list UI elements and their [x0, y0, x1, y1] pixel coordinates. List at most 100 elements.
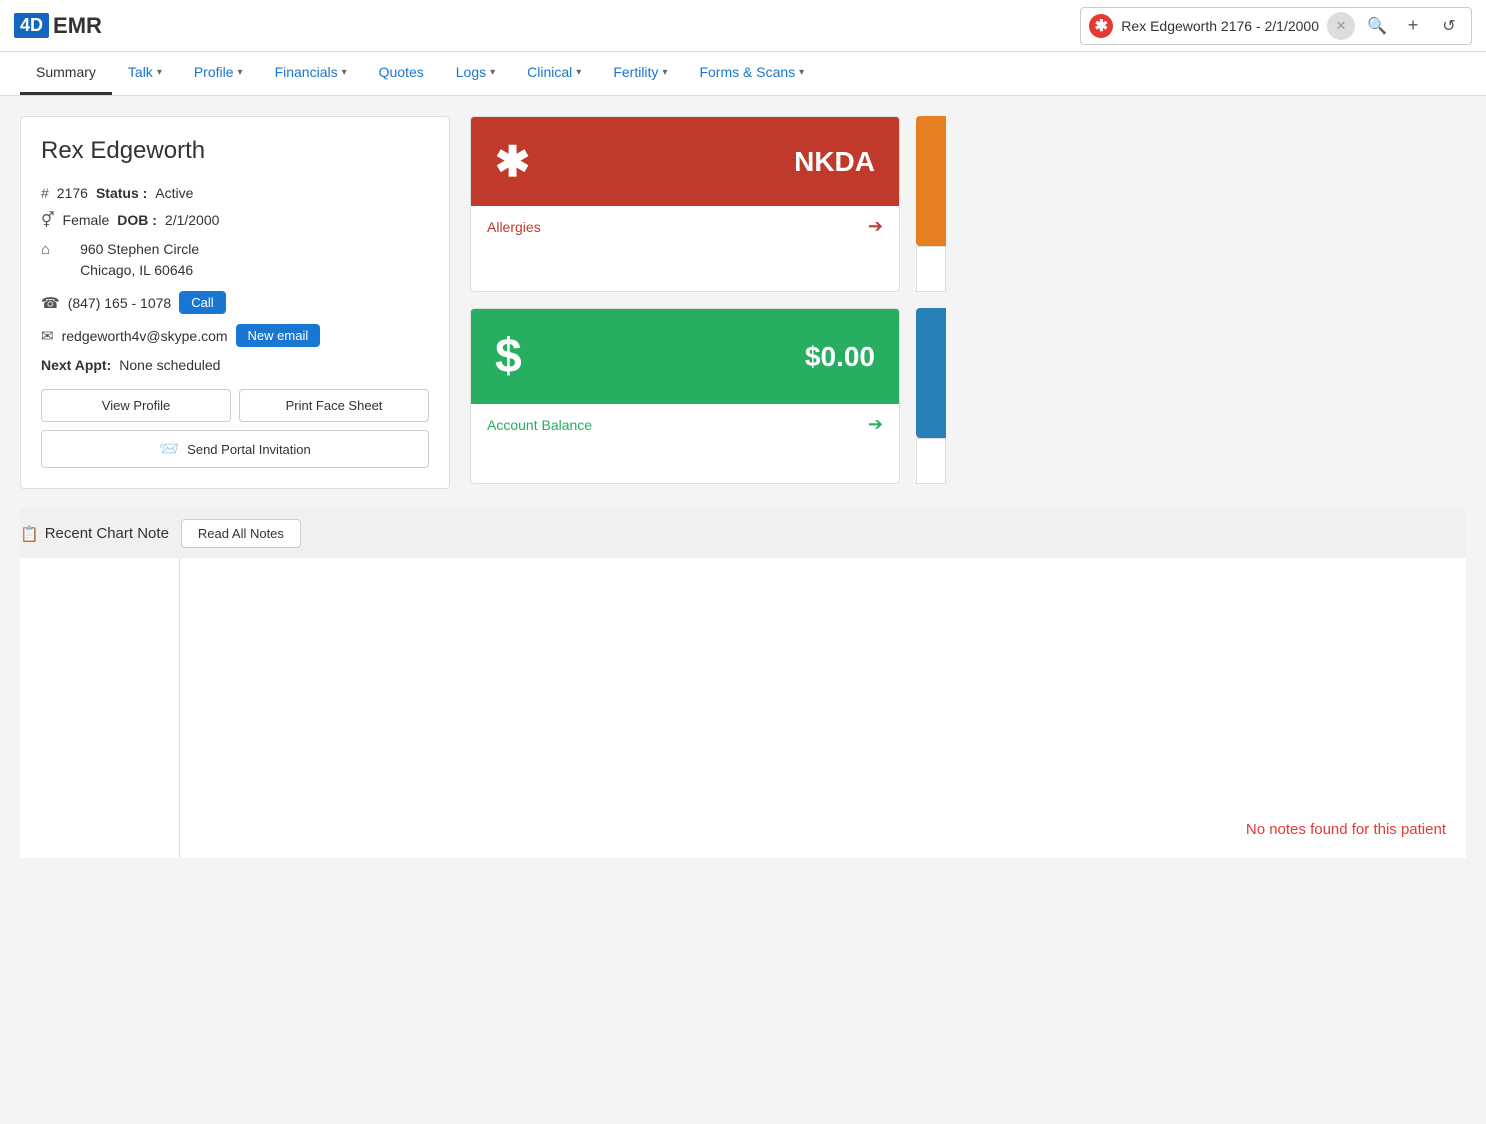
main-content: Rex Edgeworth # 2176 Status : Active ⚥ F…: [0, 96, 1486, 858]
logo-box: 4D: [14, 13, 49, 38]
allergy-nkda-text: NKDA: [794, 146, 875, 178]
tab-fertility-label: Fertility: [613, 64, 658, 80]
tab-summary[interactable]: Summary: [20, 52, 112, 95]
chevron-down-icon: ▾: [799, 67, 804, 78]
chevron-down-icon: ▾: [576, 67, 581, 78]
chart-left-panel: [20, 558, 180, 858]
read-all-notes-button[interactable]: Read All Notes: [181, 519, 301, 548]
partial-card-blue: [916, 308, 946, 484]
profile-print-row: View Profile Print Face Sheet: [41, 389, 429, 422]
chevron-down-icon: ▾: [490, 67, 495, 78]
chart-right-panel: No notes found for this patient: [180, 558, 1466, 858]
next-appt-row: Next Appt: None scheduled: [41, 357, 429, 373]
address-line2: Chicago, IL 60646: [80, 260, 199, 281]
dollar-icon: $: [495, 329, 522, 384]
chart-section: 📋 Recent Chart Note Read All Notes No no…: [20, 509, 1466, 858]
app-header: 4D EMR ✱ Rex Edgeworth 2176 - 2/1/2000 ✕…: [0, 0, 1486, 52]
clear-search-icon[interactable]: ✕: [1327, 12, 1355, 40]
action-buttons: View Profile Print Face Sheet 📨 Send Por…: [41, 389, 429, 468]
tab-clinical-label: Clinical: [527, 64, 572, 80]
chart-title: 📋 Recent Chart Note: [20, 525, 169, 543]
partial-card-orange: [916, 116, 946, 292]
balance-footer[interactable]: Account Balance ➔: [471, 404, 899, 445]
search-value: Rex Edgeworth 2176 - 2/1/2000: [1121, 18, 1319, 34]
allergy-asterisk-icon: ✱: [495, 137, 530, 186]
tab-clinical[interactable]: Clinical ▾: [511, 52, 597, 95]
next-appt-value: None scheduled: [119, 357, 220, 373]
balance-header: $ $0.00: [471, 309, 899, 404]
tab-summary-label: Summary: [36, 64, 96, 80]
tab-logs-label: Logs: [456, 64, 486, 80]
tab-quotes-label: Quotes: [379, 64, 424, 80]
patient-card: Rex Edgeworth # 2176 Status : Active ⚥ F…: [20, 116, 450, 489]
patient-address-row: ⌂ 960 Stephen Circle Chicago, IL 60646: [41, 239, 429, 281]
allergy-arrow-icon: ➔: [868, 216, 883, 237]
home-icon: ⌂: [41, 241, 50, 258]
allergy-header: ✱ NKDA: [471, 117, 899, 206]
tab-profile-label: Profile: [194, 64, 234, 80]
history-icon[interactable]: ↺: [1435, 12, 1463, 40]
tab-talk-label: Talk: [128, 64, 153, 80]
patient-dob: 2/1/2000: [165, 212, 220, 228]
tab-logs[interactable]: Logs ▾: [440, 52, 511, 95]
chevron-down-icon: ▾: [238, 67, 243, 78]
chart-title-label: Recent Chart Note: [45, 525, 169, 542]
dob-label: DOB :: [117, 212, 157, 228]
portal-envelope-icon: 📨: [159, 439, 179, 459]
gender-icon: ⚥: [41, 211, 55, 229]
patient-phone: (847) 165 - 1078: [68, 295, 172, 311]
tab-financials-label: Financials: [275, 64, 338, 80]
allergy-card: ✱ NKDA Allergies ➔: [470, 116, 900, 292]
tab-forms-scans[interactable]: Forms & Scans ▾: [683, 52, 820, 95]
address-line1: 960 Stephen Circle: [80, 239, 199, 260]
balance-amount: $0.00: [805, 341, 875, 373]
chart-body: No notes found for this patient: [20, 558, 1466, 858]
add-icon[interactable]: +: [1399, 12, 1427, 40]
top-panels: Rex Edgeworth # 2176 Status : Active ⚥ F…: [0, 96, 1486, 489]
tab-profile[interactable]: Profile ▾: [178, 52, 259, 95]
print-face-sheet-button[interactable]: Print Face Sheet: [239, 389, 429, 422]
balance-arrow-icon: ➔: [868, 414, 883, 435]
patient-gender-row: ⚥ Female DOB : 2/1/2000: [41, 211, 429, 229]
clipboard-icon: 📋: [20, 525, 39, 543]
view-profile-button[interactable]: View Profile: [41, 389, 231, 422]
chevron-down-icon: ▾: [157, 67, 162, 78]
new-email-button[interactable]: New email: [236, 324, 321, 347]
patient-email: redgeworth4v@skype.com: [62, 328, 228, 344]
status-value: Active: [155, 185, 193, 201]
patient-name: Rex Edgeworth: [41, 137, 429, 165]
tab-talk[interactable]: Talk ▾: [112, 52, 178, 95]
asterisk-icon: ✱: [1089, 14, 1113, 38]
app-logo: 4D EMR: [14, 13, 102, 39]
chevron-down-icon: ▾: [662, 67, 667, 78]
search-bar[interactable]: ✱ Rex Edgeworth 2176 - 2/1/2000 ✕ 🔍 + ↺: [1080, 7, 1472, 45]
tab-financials[interactable]: Financials ▾: [259, 52, 363, 95]
tab-forms-scans-label: Forms & Scans: [699, 64, 795, 80]
patient-gender: Female: [63, 212, 110, 228]
patient-id: 2176: [57, 185, 88, 201]
no-notes-message: No notes found for this patient: [1246, 821, 1446, 838]
balance-card: $ $0.00 Account Balance ➔: [470, 308, 900, 484]
logo-text: EMR: [53, 13, 102, 39]
patient-id-row: # 2176 Status : Active: [41, 185, 429, 201]
balance-label: Account Balance: [487, 417, 592, 433]
patient-phone-row: ☎ (847) 165 - 1078 Call: [41, 291, 429, 314]
chevron-down-icon: ▾: [342, 67, 347, 78]
status-label: Status :: [96, 185, 147, 201]
tab-fertility[interactable]: Fertility ▾: [597, 52, 683, 95]
tab-quotes[interactable]: Quotes: [363, 52, 440, 95]
send-portal-button[interactable]: 📨 Send Portal Invitation: [41, 430, 429, 468]
send-portal-label: Send Portal Invitation: [187, 442, 311, 457]
email-icon: ✉: [41, 327, 54, 345]
allergy-label: Allergies: [487, 219, 541, 235]
nav-tabs: Summary Talk ▾ Profile ▾ Financials ▾ Qu…: [0, 52, 1486, 96]
search-icon[interactable]: 🔍: [1363, 12, 1391, 40]
call-button[interactable]: Call: [179, 291, 225, 314]
chart-header: 📋 Recent Chart Note Read All Notes: [20, 509, 1466, 558]
allergy-footer[interactable]: Allergies ➔: [471, 206, 899, 247]
patient-address: 960 Stephen Circle Chicago, IL 60646: [80, 239, 199, 281]
phone-icon: ☎: [41, 294, 60, 312]
patient-email-row: ✉ redgeworth4v@skype.com New email: [41, 324, 429, 347]
right-column: ✱ NKDA Allergies ➔: [470, 116, 1466, 484]
next-appt-label: Next Appt:: [41, 357, 111, 373]
